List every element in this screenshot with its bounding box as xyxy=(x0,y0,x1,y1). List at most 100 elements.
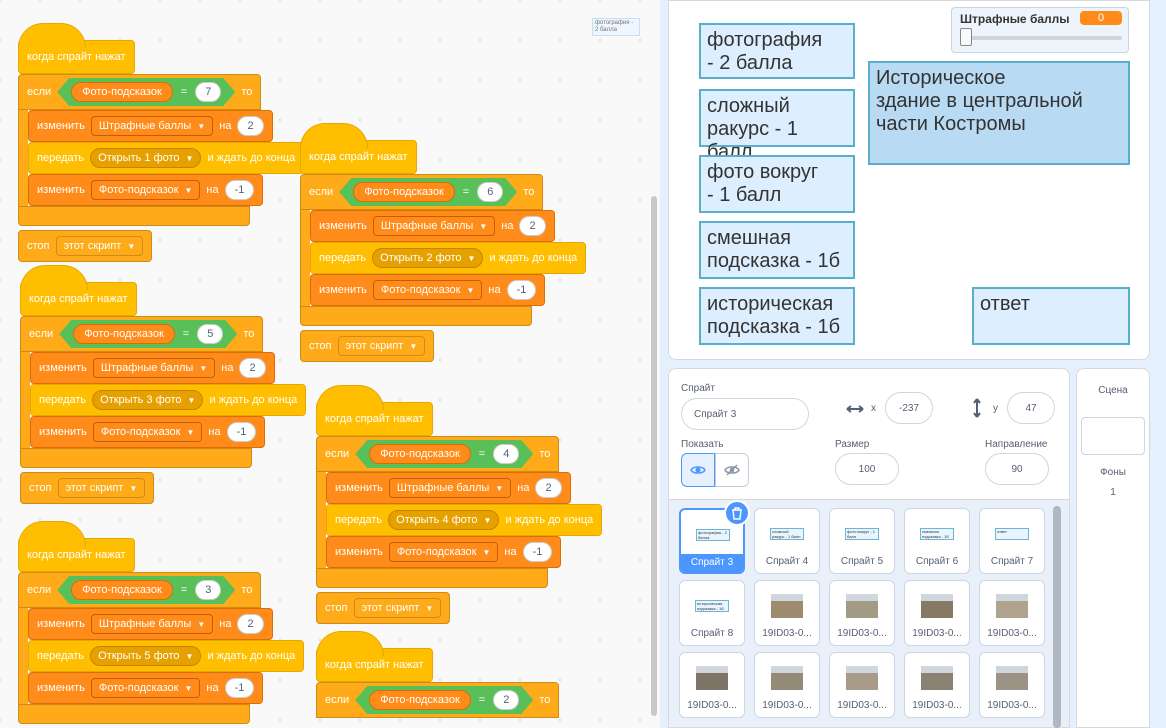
variable-reporter[interactable]: Фото-подсказок xyxy=(71,580,173,600)
equals-operator[interactable]: Фото-подсказок = 4 xyxy=(355,440,533,468)
message-dropdown[interactable]: Открыть 2 фото ▼ xyxy=(372,248,484,268)
change-variable-block[interactable]: изменить Штрафные баллы ▼ на 2 xyxy=(326,472,571,504)
change-variable-block[interactable]: изменить Штрафные баллы ▼ на 2 xyxy=(310,210,555,242)
amount-input[interactable]: 2 xyxy=(535,478,562,498)
variable-reporter[interactable]: Фото-подсказок xyxy=(369,690,471,710)
change-variable-block[interactable]: изменить Фото-подсказок ▼ на -1 xyxy=(30,416,266,448)
variable-reporter[interactable]: Фото-подсказок xyxy=(73,324,175,344)
change-variable-block[interactable]: изменить Штрафные баллы ▼ на 2 xyxy=(30,352,275,384)
sprite-tile[interactable]: 19ID03-0... xyxy=(979,652,1045,718)
variable-dropdown[interactable]: Фото-подсказок ▼ xyxy=(90,180,201,200)
sprite-tile[interactable]: 19ID03-0... xyxy=(754,580,820,646)
show-sprite-button[interactable] xyxy=(681,453,715,487)
note-historical[interactable]: историческая подсказка - 1б xyxy=(699,287,855,345)
direction-input[interactable]: 90 xyxy=(985,453,1049,485)
message-dropdown[interactable]: Открыть 1 фото ▼ xyxy=(90,148,202,168)
message-dropdown[interactable]: Открыть 5 фото ▼ xyxy=(90,646,202,666)
sprite-tile[interactable]: 19ID03-0... xyxy=(829,652,895,718)
x-input[interactable]: -237 xyxy=(885,392,933,424)
equals-operator[interactable]: Фото-подсказок = 7 xyxy=(57,78,235,106)
if-block[interactable]: если Фото-подсказок = 6 то xyxy=(300,174,544,210)
amount-input[interactable]: 2 xyxy=(239,358,266,378)
broadcast-and-wait-block[interactable]: передать Открыть 1 фото ▼ и ждать до конц… xyxy=(28,142,305,174)
y-input[interactable]: 47 xyxy=(1007,392,1055,424)
stop-block[interactable]: стоп этот скрипт ▼ xyxy=(300,330,435,362)
amount-input[interactable]: -1 xyxy=(224,180,255,200)
sprite-name-input[interactable]: Спрайт 3 xyxy=(681,398,809,430)
hide-sprite-button[interactable] xyxy=(715,453,749,487)
sprite-tile[interactable]: сложный ракурс - 1 балл Спрайт 4 xyxy=(754,508,820,574)
equals-operator[interactable]: Фото-подсказок = 6 xyxy=(339,178,517,206)
compare-value-input[interactable]: 5 xyxy=(197,324,223,344)
if-block[interactable]: если Фото-подсказок = 2 то xyxy=(316,682,560,718)
amount-input[interactable]: -1 xyxy=(226,422,257,442)
variable-reporter[interactable]: Фото-подсказок xyxy=(369,444,471,464)
delete-sprite-button[interactable] xyxy=(724,500,750,526)
variable-dropdown[interactable]: Фото-подсказок ▼ xyxy=(388,542,499,562)
equals-operator[interactable]: Фото-подсказок = 2 xyxy=(355,686,533,714)
sprite-tile[interactable]: 19ID03-0... xyxy=(904,652,970,718)
variable-reporter[interactable]: Фото-подсказок xyxy=(353,182,455,202)
when-sprite-clicked-block[interactable]: когда спрайт нажат xyxy=(316,385,433,436)
amount-input[interactable]: -1 xyxy=(506,280,537,300)
change-variable-block[interactable]: изменить Штрафные баллы ▼ на 2 xyxy=(28,608,273,640)
stop-block[interactable]: стоп этот скрипт ▼ xyxy=(20,472,155,504)
sprite-tile[interactable]: историческая подсказка - 1б Спрайт 8 xyxy=(679,580,745,646)
amount-input[interactable]: -1 xyxy=(224,678,255,698)
compare-value-input[interactable]: 2 xyxy=(493,690,519,710)
variable-dropdown[interactable]: Фото-подсказок ▼ xyxy=(90,678,201,698)
change-variable-block[interactable]: изменить Фото-подсказок ▼ на -1 xyxy=(326,536,562,568)
change-variable-block[interactable]: изменить Фото-подсказок ▼ на -1 xyxy=(310,274,546,306)
stage-target-panel[interactable]: Сцена Фоны 1 xyxy=(1076,368,1150,728)
stop-dropdown[interactable]: этот скрипт ▼ xyxy=(353,598,442,618)
note-photo[interactable]: фотография - 2 балла xyxy=(699,23,855,79)
note-angle[interactable]: сложный ракурс - 1 балл xyxy=(699,89,855,163)
sprite-tile[interactable]: ответ Спрайт 7 xyxy=(979,508,1045,574)
when-sprite-clicked-block[interactable]: когда спрайт нажат xyxy=(300,123,417,174)
broadcast-and-wait-block[interactable]: передать Открыть 3 фото ▼ и ждать до конц… xyxy=(30,384,307,416)
amount-input[interactable]: 2 xyxy=(237,614,264,634)
if-block[interactable]: если Фото-подсказок = 4 то xyxy=(316,436,560,472)
code-area[interactable]: фотография - 2 балла когда спрайт нажат … xyxy=(0,0,660,728)
size-input[interactable]: 100 xyxy=(835,453,899,485)
equals-operator[interactable]: Фото-подсказок = 3 xyxy=(57,576,235,604)
variable-dropdown[interactable]: Штрафные баллы ▼ xyxy=(92,358,216,378)
equals-operator[interactable]: Фото-подсказок = 5 xyxy=(59,320,237,348)
broadcast-and-wait-block[interactable]: передать Открыть 4 фото ▼ и ждать до конц… xyxy=(326,504,603,536)
stop-dropdown[interactable]: этот скрипт ▼ xyxy=(337,336,426,356)
compare-value-input[interactable]: 4 xyxy=(493,444,519,464)
compare-value-input[interactable]: 7 xyxy=(195,82,221,102)
note-funny[interactable]: смешная подсказка - 1б xyxy=(699,221,855,279)
stop-dropdown[interactable]: этот скрипт ▼ xyxy=(57,478,146,498)
monitor-slider-track[interactable] xyxy=(960,36,1122,40)
amount-input[interactable]: -1 xyxy=(522,542,553,562)
code-scrollbar[interactable] xyxy=(651,196,657,716)
stop-block[interactable]: стоп этот скрипт ▼ xyxy=(316,592,451,624)
note-around[interactable]: фото вокруг - 1 балл xyxy=(699,155,855,213)
when-sprite-clicked-block[interactable]: когда спрайт нажат xyxy=(20,265,137,316)
broadcast-and-wait-block[interactable]: передать Открыть 2 фото ▼ и ждать до конц… xyxy=(310,242,587,274)
change-variable-block[interactable]: изменить Фото-подсказок ▼ на -1 xyxy=(28,672,264,704)
variable-dropdown[interactable]: Штрафные баллы ▼ xyxy=(372,216,496,236)
variable-dropdown[interactable]: Штрафные баллы ▼ xyxy=(90,614,214,634)
message-dropdown[interactable]: Открыть 3 фото ▼ xyxy=(92,390,204,410)
sprite-tile[interactable]: 19ID03-0... xyxy=(754,652,820,718)
sprite-tile[interactable]: 19ID03-0... xyxy=(904,580,970,646)
compare-value-input[interactable]: 3 xyxy=(195,580,221,600)
sprite-list-scrollbar[interactable] xyxy=(1053,506,1061,728)
if-block[interactable]: если Фото-подсказок = 5 то xyxy=(20,316,264,352)
amount-input[interactable]: 2 xyxy=(237,116,264,136)
monitor-slider-knob[interactable] xyxy=(960,28,972,46)
change-variable-block[interactable]: изменить Штрафные баллы ▼ на 2 xyxy=(28,110,273,142)
when-sprite-clicked-block[interactable]: когда спрайт нажат xyxy=(18,23,135,74)
when-sprite-clicked-block[interactable]: когда спрайт нажат xyxy=(18,521,135,572)
variable-dropdown[interactable]: Фото-подсказок ▼ xyxy=(92,422,203,442)
sprite-tile[interactable]: фото вокруг - 1 балл Спрайт 5 xyxy=(829,508,895,574)
variable-dropdown[interactable]: Штрафные баллы ▼ xyxy=(388,478,512,498)
amount-input[interactable]: 2 xyxy=(519,216,546,236)
sprite-tile[interactable]: 19ID03-0... xyxy=(679,652,745,718)
message-dropdown[interactable]: Открыть 4 фото ▼ xyxy=(388,510,500,530)
compare-value-input[interactable]: 6 xyxy=(477,182,503,202)
if-block[interactable]: если Фото-подсказок = 3 то xyxy=(18,572,262,608)
broadcast-and-wait-block[interactable]: передать Открыть 5 фото ▼ и ждать до конц… xyxy=(28,640,305,672)
